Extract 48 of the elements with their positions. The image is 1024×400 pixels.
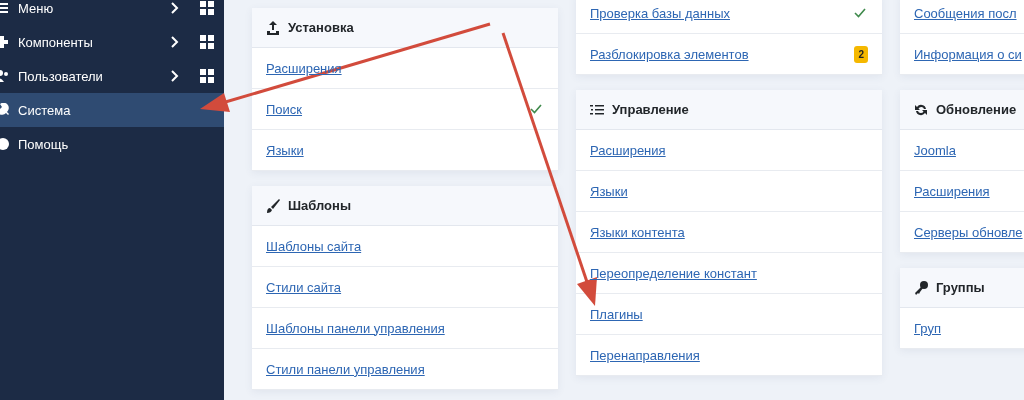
menu-link[interactable]: Расширения [266,60,342,76]
sidebar-item[interactable]: Меню [0,0,224,25]
card-title: Шаблоны [288,198,351,213]
card-title: Группы [936,280,985,295]
menu-link[interactable]: Поиск [266,101,303,117]
menu-link[interactable]: Разблокировка элементов [590,46,749,62]
plus-icon [0,35,10,49]
card-title: Обновление [936,102,1017,117]
menu-link[interactable]: Шаблоны сайта [266,238,362,254]
sidebar-label: Меню [18,0,55,16]
menu-link[interactable]: Joomla [914,142,956,158]
menu-link[interactable]: Расширения [914,183,990,199]
sidebar-label: Пользователи [18,68,104,84]
upload-icon [266,20,280,35]
menu-link[interactable]: Переопределение констант [590,265,757,281]
menu-link[interactable]: Шаблоны панели управления [266,320,445,336]
sidebar-item[interactable]: Система [0,93,224,127]
sidebar-item[interactable]: Пользователи [0,59,224,93]
count-badge: 2 [854,45,868,63]
menu-icon [0,1,10,15]
menu-link[interactable]: Проверка базы данных [590,5,730,21]
sidebar-label: Система [18,102,72,118]
grid-icon[interactable] [200,69,214,83]
grid-icon[interactable] [200,35,214,49]
sidebar-label: Компоненты [18,34,94,50]
menu-link[interactable]: Стили сайта [266,279,342,295]
card-title: Управление [612,102,689,117]
menu-link[interactable]: Плагины [590,306,643,322]
menu-link[interactable]: Языки контента [590,224,685,240]
refresh-icon [914,102,928,117]
menu-link[interactable]: Перенаправления [590,347,700,363]
menu-link[interactable]: Языки [266,142,304,158]
users-icon [0,69,10,83]
sidebar-item[interactable]: Помощь [0,127,224,161]
menu-link[interactable]: Информация о си [914,46,1022,62]
key-icon [914,280,928,295]
card-title: Установка [288,20,354,35]
menu-link[interactable]: Серверы обновле [914,224,1023,240]
sidebar-item[interactable]: Компоненты [0,25,224,59]
menu-link[interactable]: Стили панели управления [266,361,425,377]
menu-link[interactable]: Расширения [590,142,666,158]
menu-link[interactable]: Груп [914,320,941,336]
menu-link[interactable]: Языки [590,183,628,199]
list-icon [590,102,604,117]
menu-link[interactable]: Сообщения посл [914,5,1017,21]
grid-icon[interactable] [200,1,214,15]
sidebar-label: Помощь [18,136,70,152]
brush-icon [266,198,280,213]
